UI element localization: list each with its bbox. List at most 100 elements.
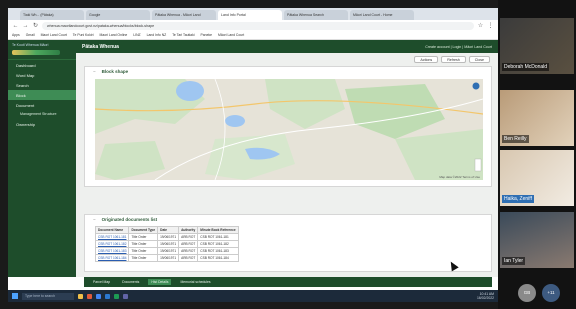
documents-table: Document Name Document Type Date Authori… [94,226,239,262]
participant-tile[interactable]: Deborah McDonald [500,18,574,74]
sidebar-item-document[interactable]: Document [8,100,76,110]
collapse-icon[interactable]: − [93,69,96,74]
documents-header[interactable]: − Originated documents list [85,215,491,224]
sidebar-item-management-structure[interactable]: Management Structure [8,110,76,119]
actions-button[interactable]: Actions [414,56,439,63]
sidebar-item-block[interactable]: Block [8,90,76,100]
table-row: CSB ROT 1061-182 Title Order 19/06/1971 … [94,240,239,248]
participant-tile-active[interactable]: Haika, Zeniff [500,150,574,206]
participant-tile[interactable]: Ian Tyler [500,212,574,268]
table-cell: Title Order [128,254,159,262]
windows-start-icon[interactable] [12,293,18,299]
table-cell: ARB ROT [178,247,199,255]
bookmark[interactable]: Paneke [201,33,213,37]
menu-icon[interactable]: ⋮ [487,22,494,29]
sidebar-item-search[interactable]: Search [8,80,76,90]
header-account-links[interactable]: Create account | Login | Māori Land Cour… [425,45,492,49]
table-row: CSB ROT 1061-181 Title Order 19/06/1971 … [94,233,239,241]
bookmark[interactable]: Māori Land Court [218,33,244,37]
block-shape-header[interactable]: − Block shape [85,67,491,76]
document-link[interactable]: CSB ROT 1061-183 [94,247,130,255]
map-layers-icon[interactable] [472,82,480,90]
column-header[interactable]: Minute Book Reference [197,226,239,234]
app-sidebar: Te Kooti Whenua Māori Dashboard Word Map… [8,40,76,277]
column-header[interactable]: Authority [178,226,199,234]
bookmark[interactable]: Te Tari Tautiaki [172,33,194,37]
browser-tab-active[interactable]: Land Info Portal [218,10,282,20]
bookmark[interactable]: Te Puni Kokiri [73,33,94,37]
tab-parcel-map[interactable]: Parcel Map [90,279,113,285]
table-cell: CSB ROT 1061-182 [197,240,239,248]
table-cell: 19/06/1971 [157,254,180,262]
browser-tab-bar: Tiaki Wh... (Pātaka) Google Pātaka Whenu… [8,8,498,20]
bookmark[interactable]: Land Info NZ [147,33,167,37]
sidebar-item-word-map[interactable]: Word Map [8,70,76,80]
map-attribution: Map data ©2022 Terms of Use [439,175,480,179]
back-icon[interactable]: ← [12,23,19,29]
map-lake [176,81,204,101]
teams-icon[interactable] [123,293,128,299]
bookmark[interactable]: Gmail [26,33,35,37]
browser-tab[interactable]: Google [86,10,150,20]
excel-icon[interactable] [114,293,119,299]
participant-avatar[interactable]: GB [518,284,536,302]
bookmark[interactable]: Apps [12,33,20,37]
bookmark[interactable]: Maori Land Online [100,33,128,37]
outlook-icon[interactable] [105,293,110,299]
bookmark[interactable]: LINZ [133,33,140,37]
document-link[interactable]: CSB ROT 1061-181 [94,233,130,241]
system-tray[interactable]: 10:41 AM 16/02/2022 [477,292,494,300]
bookmark[interactable]: Maori Land Court [41,33,67,37]
file-explorer-icon[interactable] [78,293,83,299]
call-controls: GB +11 [500,284,574,308]
table-cell: Title Order [128,233,159,241]
participant-tile[interactable]: Ben Reilly [500,90,574,146]
participant-name: Ben Reilly [502,135,529,143]
table-cell: CSB ROT 1061-184 [197,254,239,262]
sidebar-item-dashboard[interactable]: Dashboard [8,60,76,70]
star-icon[interactable]: ☆ [477,22,484,29]
close-button[interactable]: Close [468,56,490,63]
table-cell: ARB ROT [178,254,199,262]
office-icon[interactable] [87,293,92,299]
map-lake [225,115,245,127]
block-shape-panel: − Block shape Map data ©2022 Terms of Us… [84,66,492,187]
taskbar-search[interactable]: Type here to search [22,292,74,300]
video-participants-panel: Deborah McDonald Ben Reilly Haika, Zenif… [498,0,576,309]
browser-tab[interactable]: Māori Land Court - Home [350,10,414,20]
browser-tab[interactable]: Pātaka Whenua Search [284,10,348,20]
tab-memorial-schedules[interactable]: Memorial schedules [177,279,213,285]
chrome-icon[interactable] [96,293,101,299]
table-cell: Title Order [128,240,159,248]
table-row: CSB ROT 1061-183 Title Order 19/06/1971 … [94,247,239,255]
table-row: CSB ROT 1061-184 Title Order 19/06/1971 … [94,254,239,262]
table-cell: 19/06/1971 [157,240,180,248]
column-header[interactable]: Date [157,226,180,234]
app-title: Pātaka Whenua [82,43,119,50]
url-field[interactable]: whenua.maorilandcourt.govt.nz/pataka-whe… [42,21,474,30]
block-map[interactable]: Map data ©2022 Terms of Use [95,79,483,180]
action-buttons: Actions Refresh Close [414,56,490,63]
participant-name: Haika, Zeniff [502,195,534,203]
browser-tab[interactable]: Pātaka Whenua - Māori Land [152,10,216,20]
sidebar-item-ownership[interactable]: Ownership [8,119,76,129]
tab-hist-details[interactable]: Hist Details [148,279,172,285]
forward-icon[interactable]: → [22,23,29,29]
collapse-icon[interactable]: − [93,217,96,222]
more-participants-button[interactable]: +11 [542,284,560,302]
app-header: Pātaka Whenua Create account | Login | M… [76,40,498,53]
browser-tab[interactable]: Tiaki Wh... (Pātaka) [20,10,84,20]
bottom-tab-bar: Parcel Map Documents Hist Details Memori… [84,277,492,287]
column-header[interactable]: Document Type [128,226,159,234]
document-link[interactable]: CSB ROT 1061-184 [94,254,130,262]
logo-text: Te Kooti Whenua Māori [12,43,49,47]
table-cell: ARB ROT [178,233,199,241]
document-link[interactable]: CSB ROT 1061-182 [94,240,130,248]
table-cell: 19/06/1971 [157,233,180,241]
logo-graphic [12,50,60,55]
reload-icon[interactable]: ↻ [32,22,39,29]
refresh-button[interactable]: Refresh [441,56,466,63]
tab-documents[interactable]: Documents [119,279,142,285]
column-header[interactable]: Document Name [94,226,130,234]
map-zoom-control[interactable] [474,158,482,172]
